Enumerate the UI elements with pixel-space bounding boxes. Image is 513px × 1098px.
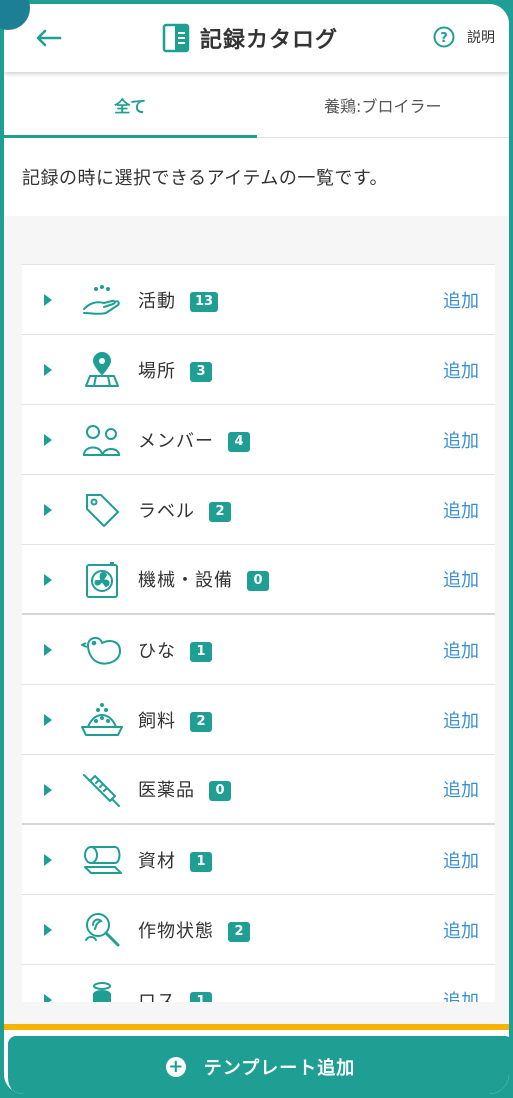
count-badge: 2 [228, 921, 250, 942]
item-label: ロス [138, 990, 176, 1003]
count-badge: 1 [190, 851, 212, 872]
feed-icon [80, 699, 124, 741]
add-link[interactable]: 追加 [443, 566, 479, 592]
expand-caret-icon[interactable] [44, 854, 52, 866]
question-circle-icon: ? [433, 26, 455, 48]
add-link[interactable]: 追加 [443, 637, 479, 663]
help-button[interactable]: ? 説明 [433, 26, 495, 48]
add-link[interactable]: 追加 [443, 776, 479, 802]
count-badge: 0 [247, 571, 269, 591]
back-button[interactable] [34, 22, 70, 54]
plus-circle-icon: + [165, 1057, 186, 1077]
item-label: メンバー [138, 430, 214, 452]
add-link[interactable]: 追加 [443, 497, 479, 523]
expand-caret-icon[interactable] [44, 574, 52, 586]
count-badge: 3 [190, 361, 212, 382]
count-badge: 1 [190, 641, 212, 662]
fan-icon [80, 559, 124, 601]
tab-all-label: 全て [114, 96, 147, 116]
list-bottom-padding [4, 1002, 509, 1024]
tab-broiler-label: 養鶏:ブロイラー [324, 96, 442, 116]
tab-bar: 全て 養鶏:ブロイラー [4, 72, 509, 138]
list-item-activity[interactable]: 活動 13 追加 [22, 265, 495, 335]
expand-caret-icon[interactable] [44, 784, 52, 796]
add-link[interactable]: 追加 [443, 357, 479, 383]
list-item-materials[interactable]: 資材 1 追加 [22, 825, 495, 895]
count-badge: 13 [190, 291, 219, 312]
app-header: 記録カタログ ? 説明 [4, 4, 509, 72]
hand-icon [80, 279, 124, 321]
magnifier-icon [80, 909, 124, 951]
people-icon [80, 419, 124, 461]
item-label: 医薬品 [138, 780, 195, 801]
expand-caret-icon[interactable] [44, 714, 52, 726]
add-link[interactable]: 追加 [443, 847, 479, 873]
chick-icon [80, 629, 124, 671]
add-link[interactable]: 追加 [443, 287, 479, 313]
add-link[interactable]: 追加 [443, 707, 479, 733]
expand-caret-icon[interactable] [44, 294, 52, 306]
item-label: ひな [138, 640, 176, 662]
item-label: 飼料 [138, 710, 176, 732]
loss-icon [80, 979, 124, 1002]
list-item-labels[interactable]: ラベル 2 追加 [22, 475, 495, 545]
expand-caret-icon[interactable] [44, 504, 52, 516]
header-title-group: 記録カタログ [162, 20, 338, 56]
count-badge: 2 [190, 711, 212, 732]
list-item-feed[interactable]: 飼料 2 追加 [22, 685, 495, 755]
book-icon [162, 23, 190, 53]
item-label: 活動 [138, 290, 176, 312]
count-badge: 0 [209, 781, 231, 801]
add-template-button[interactable]: + テンプレート追加 [8, 1036, 509, 1094]
materials-icon [80, 839, 124, 881]
count-badge: 1 [190, 991, 212, 1002]
map-pin-icon [80, 349, 124, 391]
tab-all[interactable]: 全て [4, 72, 257, 138]
tab-broiler[interactable]: 養鶏:ブロイラー [257, 72, 510, 137]
item-label: 資材 [138, 850, 176, 872]
item-label: 作物状態 [138, 920, 214, 942]
list-item-medicine[interactable]: 医薬品 0 追加 [22, 755, 495, 825]
expand-caret-icon[interactable] [44, 924, 52, 936]
syringe-icon [80, 769, 124, 811]
count-badge: 2 [209, 501, 231, 522]
catalog-list[interactable]: 活動 13 追加 場所 3 追加 メンバー 4 追加 ラベル 2 追加 機械・設… [22, 264, 495, 1002]
list-item-place[interactable]: 場所 3 追加 [22, 335, 495, 405]
svg-text:?: ? [440, 31, 448, 46]
item-label: 場所 [138, 360, 176, 382]
page-title: 記録カタログ [200, 28, 339, 53]
add-template-label: テンプレート追加 [203, 1058, 356, 1079]
list-item-chicks[interactable]: ひな 1 追加 [22, 615, 495, 685]
expand-caret-icon[interactable] [44, 364, 52, 376]
tab-active-indicator [4, 135, 257, 138]
expand-caret-icon[interactable] [44, 644, 52, 656]
expand-caret-icon[interactable] [44, 994, 52, 1002]
list-item-loss[interactable]: ロス 1 追加 [22, 965, 495, 1002]
add-link[interactable]: 追加 [443, 917, 479, 943]
tag-icon [80, 489, 124, 531]
list-item-crop-status[interactable]: 作物状態 2 追加 [22, 895, 495, 965]
list-item-equipment[interactable]: 機械・設備 0 追加 [22, 545, 495, 615]
add-link[interactable]: 追加 [443, 987, 479, 1003]
catalog-description: 記録の時に選択できるアイテムの一覧です。 [22, 168, 389, 189]
item-label: 機械・設備 [138, 570, 233, 591]
arrow-left-icon [36, 29, 62, 47]
list-item-members[interactable]: メンバー 4 追加 [22, 405, 495, 475]
count-badge: 4 [228, 431, 250, 452]
expand-caret-icon[interactable] [44, 434, 52, 446]
app-frame: 記録カタログ ? 説明 全て 養鶏:ブロイラー 記録の時に選択できるアイテムの一… [0, 0, 513, 1098]
item-label: ラベル [138, 500, 195, 522]
add-link[interactable]: 追加 [443, 427, 479, 453]
help-label: 説明 [467, 30, 495, 46]
